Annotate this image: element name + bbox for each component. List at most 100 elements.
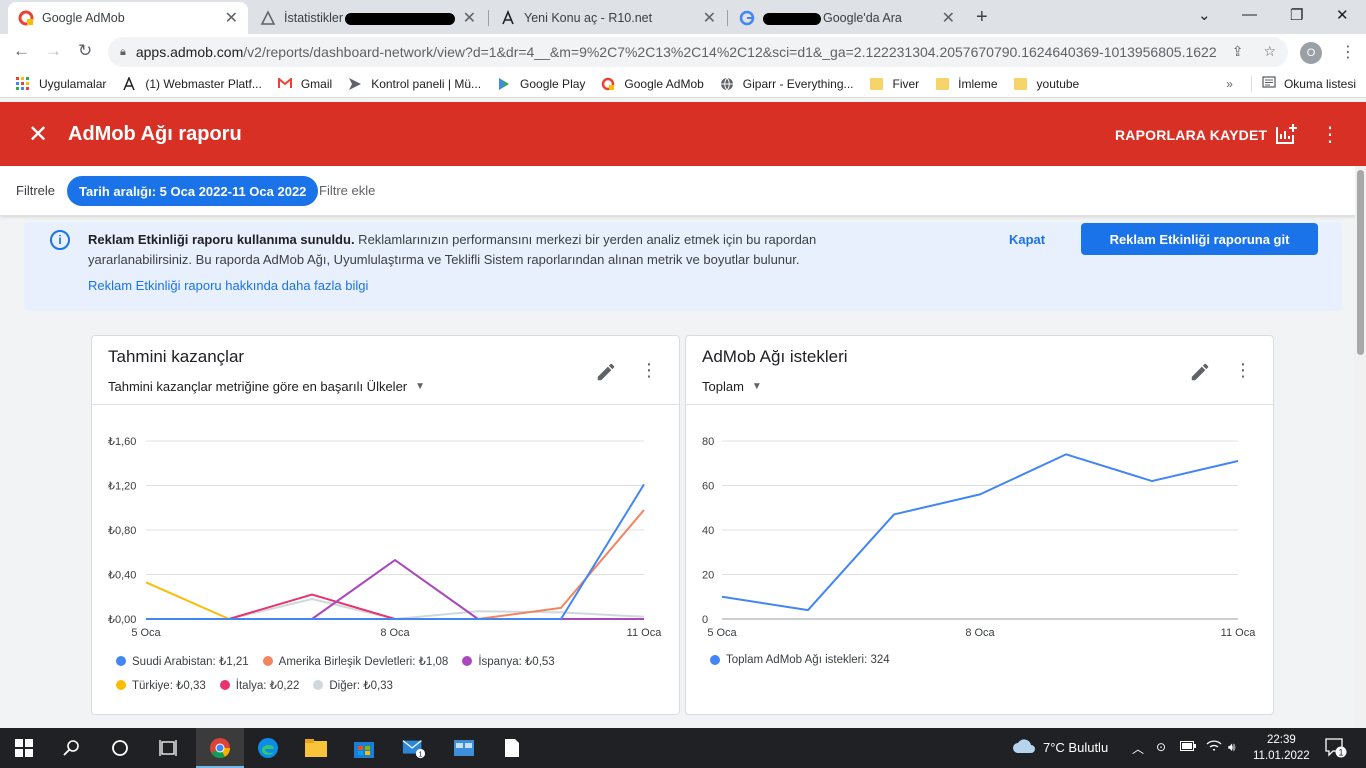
windows-start-icon[interactable] xyxy=(12,736,36,760)
new-tab-icon[interactable]: + xyxy=(976,6,988,29)
close-window-icon[interactable]: ✕ xyxy=(1336,6,1349,24)
google-play-icon xyxy=(496,76,512,92)
system-clock[interactable]: 22:39 11.01.2022 xyxy=(1253,732,1310,764)
tab-google-admob[interactable]: Google AdMob ✕ xyxy=(8,2,248,34)
bookmark-kontrol-paneli[interactable]: Kontrol paneli | Mü... xyxy=(347,76,481,92)
series-line[interactable] xyxy=(721,453,1239,612)
bookmark-label: (1) Webmaster Platf... xyxy=(145,76,262,91)
dropdown-arrow-icon: ▼ xyxy=(751,381,762,392)
add-filter-button[interactable]: Filtre ekle xyxy=(319,183,375,198)
x-tick-label: 5 Oca xyxy=(707,627,737,639)
browser-tab-strip: Google AdMob ✕ İstatistikler ✕ Yeni Konu… xyxy=(0,0,1366,34)
maximize-icon[interactable]: ❐ xyxy=(1290,6,1303,24)
learn-more-link[interactable]: Reklam Etkinliği raporu hakkında daha fa… xyxy=(88,278,368,293)
bookmark-folder-imleme[interactable]: İmleme xyxy=(934,76,998,92)
date-range-chip[interactable]: Tarih aralığı: 5 Oca 2022-11 Oca 2022 xyxy=(67,176,319,206)
more-bookmarks-icon[interactable]: » xyxy=(1226,77,1233,91)
cortana-icon[interactable] xyxy=(108,736,132,760)
series-line[interactable] xyxy=(146,509,645,620)
share-icon[interactable]: ⇪ xyxy=(1232,43,1244,60)
close-icon[interactable]: ✕ xyxy=(28,120,48,149)
close-tab-icon[interactable]: ✕ xyxy=(225,8,238,28)
weather-cloud-icon[interactable] xyxy=(1012,737,1036,758)
series-line[interactable] xyxy=(146,559,644,620)
close-tab-icon[interactable]: ✕ xyxy=(463,8,476,28)
metric-dropdown[interactable]: Tahmini kazançlar metriğine göre en başa… xyxy=(108,379,425,394)
legend-item[interactable]: Türkiye: ₺0,33 xyxy=(116,678,206,692)
dropdown-arrow-icon: ▼ xyxy=(415,381,426,392)
mail-icon[interactable]: 1 xyxy=(402,736,426,760)
bookmark-folder-youtube[interactable]: youtube xyxy=(1013,76,1079,92)
legend-item[interactable]: İtalya: ₺0,22 xyxy=(219,678,300,692)
dismiss-button[interactable]: Kapat xyxy=(1009,232,1045,247)
y-tick-label: 80 xyxy=(702,436,714,448)
meet-now-icon[interactable]: ⊙ xyxy=(1156,740,1166,754)
y-tick-label: 20 xyxy=(702,570,714,582)
profile-avatar[interactable]: O xyxy=(1300,42,1322,64)
legend-label: Diğer: ₺0,33 xyxy=(329,680,393,692)
admob-logo-icon xyxy=(18,10,34,26)
requests-card: AdMob Ağı istekleri Toplam ▼ ⋮ 0 20 40 60 80… xyxy=(685,335,1274,715)
legend-label: İtalya: ₺0,22 xyxy=(235,680,300,692)
volume-icon[interactable]: 🔊︎ xyxy=(1228,740,1236,755)
reading-list-button[interactable]: Okuma listesi xyxy=(1284,77,1356,91)
legend-item[interactable]: İspanya: ₺0,53 xyxy=(462,654,555,668)
windows-taskbar: 1 7°C Bulutlu ︿ ⊙ 🔊︎ 22:39 11.01.2022 1 xyxy=(0,728,1366,768)
tab-istatistikler[interactable]: İstatistikler ✕ xyxy=(250,2,486,34)
bookmark-google-admob[interactable]: Google AdMob xyxy=(600,76,704,92)
card-menu-icon[interactable]: ⋮ xyxy=(1234,360,1252,381)
add-chart-icon[interactable] xyxy=(1274,122,1298,146)
task-view-icon[interactable] xyxy=(156,736,180,760)
search-icon[interactable] xyxy=(60,736,84,760)
legend-item[interactable]: Diğer: ₺0,33 xyxy=(313,678,393,692)
tab-search-chevron-icon[interactable]: ⌄ xyxy=(1198,6,1211,24)
edge-icon[interactable] xyxy=(256,736,280,760)
bookmark-label: Fiver xyxy=(892,76,920,91)
store-icon[interactable] xyxy=(352,736,376,760)
bookmark-folder-fiver[interactable]: Fiver xyxy=(869,76,920,92)
requests-chart: 0 20 40 60 80 5 Oca 8 Oca 11 Oca xyxy=(702,436,1256,639)
legend-item[interactable]: Amerika Birleşik Devletleri: ₺1,08 xyxy=(262,654,448,668)
legend-label: Suudi Arabistan: ₺1,21 xyxy=(132,656,249,668)
chrome-icon[interactable] xyxy=(208,736,232,760)
legend-item[interactable]: Suudi Arabistan: ₺1,21 xyxy=(116,654,249,668)
tab-google-search[interactable]: Google'da Ara ✕ xyxy=(729,2,965,34)
file-explorer-icon[interactable] xyxy=(304,736,328,760)
bookmark-google-play[interactable]: Google Play xyxy=(496,76,585,92)
go-to-report-button[interactable]: Reklam Etkinliği raporuna git xyxy=(1081,223,1318,255)
dropdown-label: Tahmini kazançlar metriğine göre en başa… xyxy=(108,379,408,394)
edit-icon[interactable] xyxy=(1189,361,1211,383)
browser-menu-icon[interactable]: ⋮ xyxy=(1340,42,1356,62)
reload-icon[interactable]: ↻ xyxy=(78,41,92,61)
show-hidden-icons-icon[interactable]: ︿ xyxy=(1132,740,1144,757)
scrollbar-thumb[interactable] xyxy=(1357,170,1364,355)
save-to-reports-button[interactable]: RAPORLARA KAYDET xyxy=(1115,127,1267,143)
forward-icon[interactable]: → xyxy=(45,41,62,61)
earnings-card: Tahmini kazançlar Tahmini kazançlar metr… xyxy=(91,335,680,715)
r10-favicon-icon xyxy=(500,10,516,26)
edit-icon[interactable] xyxy=(595,361,617,383)
tab-r10[interactable]: Yeni Konu aç - R10.net ✕ xyxy=(490,2,726,34)
legend-item[interactable]: Toplam AdMob Ağı istekleri: 324 xyxy=(710,654,890,666)
notepad-icon[interactable] xyxy=(500,736,524,760)
notifications-icon[interactable]: 1 xyxy=(1325,738,1347,761)
metric-dropdown[interactable]: Toplam ▼ xyxy=(702,379,762,394)
bookmark-apps[interactable]: Uygulamalar xyxy=(15,76,106,92)
weather-text[interactable]: 7°C Bulutlu xyxy=(1043,740,1108,755)
battery-icon[interactable] xyxy=(1180,740,1196,754)
bookmark-giparr[interactable]: Giparr - Everything... xyxy=(719,76,854,92)
wifi-icon[interactable] xyxy=(1206,740,1222,755)
panel-icon xyxy=(347,76,363,92)
bookmark-star-icon[interactable]: ☆ xyxy=(1263,43,1276,60)
bookmark-webmaster[interactable]: (1) Webmaster Platf... xyxy=(121,76,262,92)
control-panel-icon[interactable] xyxy=(452,736,476,760)
close-tab-icon[interactable]: ✕ xyxy=(703,8,716,28)
back-icon[interactable]: ← xyxy=(13,41,30,61)
more-options-icon[interactable]: ⋮ xyxy=(1320,122,1340,147)
card-menu-icon[interactable]: ⋮ xyxy=(640,360,658,381)
tab-title: Google AdMob xyxy=(42,11,125,25)
minimize-icon[interactable]: — xyxy=(1242,6,1257,23)
address-bar[interactable]: 🔒︎ apps.admob.com/v2/reports/dashboard-n… xyxy=(108,37,1288,67)
close-tab-icon[interactable]: ✕ xyxy=(942,8,955,28)
bookmark-gmail[interactable]: Gmail xyxy=(277,76,332,92)
